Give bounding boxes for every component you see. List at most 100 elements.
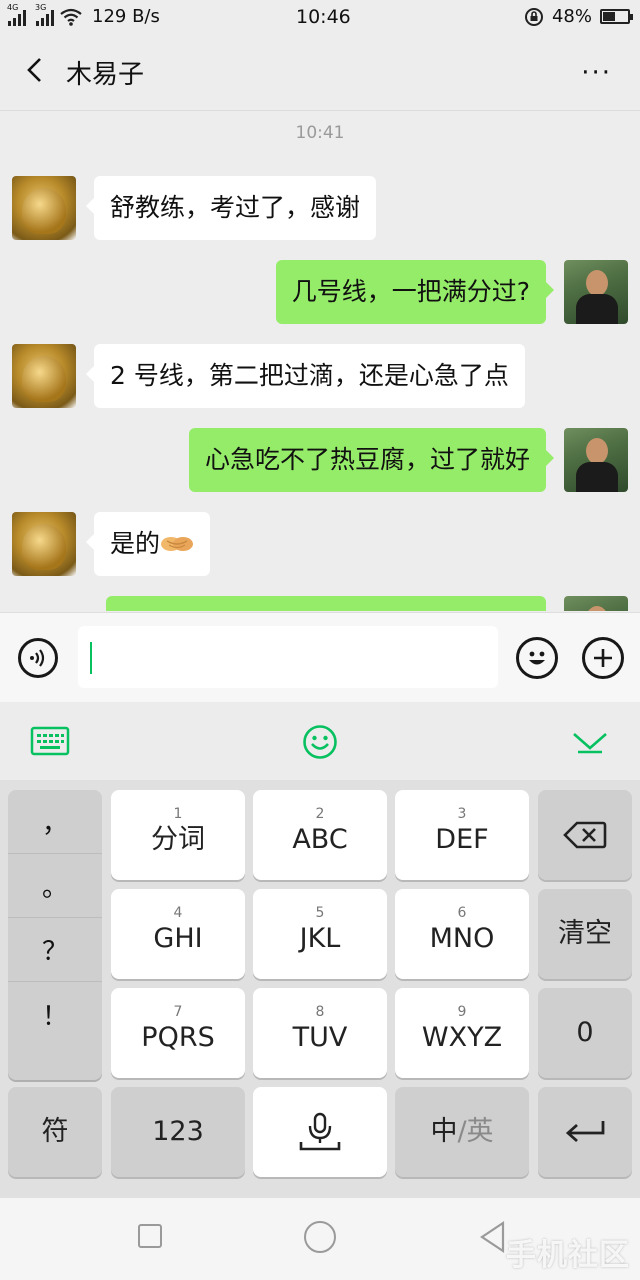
- number-mode-key[interactable]: 123: [111, 1087, 245, 1177]
- emoji-face-icon: [529, 651, 545, 665]
- backspace-key[interactable]: [538, 790, 632, 880]
- punctuation-column[interactable]: ， 。 ？ ！: [8, 790, 102, 1080]
- key-label: WXYZ: [421, 1022, 503, 1053]
- key-number: 4: [173, 905, 183, 921]
- key-number: 9: [457, 1004, 467, 1020]
- voice-icon: [30, 649, 45, 667]
- enter-icon: [565, 1121, 605, 1143]
- chat-title: 木易子: [66, 60, 145, 90]
- key-label: 符: [41, 1116, 69, 1147]
- message-bubble-outgoing[interactable]: 几号线，一把满分过?: [275, 260, 555, 324]
- key-0[interactable]: 0: [538, 988, 632, 1078]
- rotation-lock-icon: [524, 7, 543, 26]
- more-options-button[interactable]: ···: [581, 58, 612, 88]
- key-label: GHI: [153, 923, 203, 954]
- backspace-icon: [563, 821, 607, 849]
- keyboard-toolbar: [0, 702, 640, 780]
- status-right: 48%: [524, 6, 633, 27]
- key-8[interactable]: 8 TUV: [253, 988, 387, 1078]
- key-3[interactable]: 3 DEF: [395, 790, 529, 880]
- key-6[interactable]: 6 MNO: [395, 889, 529, 979]
- status-left: 4G 3G 129 B/s: [7, 3, 160, 27]
- enter-key[interactable]: [538, 1087, 632, 1177]
- message-timestamp: 10:41: [295, 123, 345, 143]
- lang-sep: /: [457, 1116, 467, 1147]
- handshake-icon: [161, 537, 194, 551]
- lang-en: 英: [466, 1116, 494, 1147]
- message-list[interactable]: 10:41 舒教练，考过了，感谢 几号线，一把满分过? 2 号线，第二把过滴，还…: [0, 111, 640, 611]
- message-bubble-outgoing[interactable]: 心急吃不了热豆腐，过了就好: [188, 428, 555, 492]
- status-bar: 4G 3G 129 B/s 10:46 48%: [0, 0, 640, 34]
- key-number: 6: [457, 905, 467, 921]
- message-text: 是的: [110, 529, 161, 558]
- key-number: 7: [173, 1004, 183, 1020]
- contact-avatar[interactable]: [12, 176, 76, 240]
- wifi-icon: [60, 8, 82, 26]
- battery-percent: 48%: [551, 6, 592, 27]
- more-functions-button[interactable]: [582, 637, 624, 679]
- self-avatar[interactable]: [564, 428, 628, 492]
- space-voice-key[interactable]: [253, 1087, 387, 1177]
- system-nav-bar: 手机社区: [0, 1198, 640, 1280]
- key-number: 5: [315, 905, 325, 921]
- plus-icon: [594, 649, 612, 667]
- home-button[interactable]: [304, 1221, 336, 1253]
- voice-input-button[interactable]: [18, 638, 58, 678]
- self-avatar[interactable]: [564, 596, 628, 611]
- key-label: 123: [152, 1116, 204, 1147]
- microphone-icon: [299, 1112, 341, 1151]
- self-avatar[interactable]: [564, 260, 628, 324]
- key-label: 清空: [558, 918, 612, 949]
- key-number: 1: [173, 806, 183, 822]
- lang-zh: 中: [430, 1116, 458, 1147]
- key-2[interactable]: 2 ABC: [253, 790, 387, 880]
- key-1[interactable]: 1 分词: [111, 790, 245, 880]
- punct-key-question[interactable]: ？: [8, 918, 102, 982]
- keyboard: ， 。 ？ ！ 1 分词 2 ABC 3 DEF 4 GHI 5 JKL 6 M…: [0, 780, 640, 1198]
- key-label: JKL: [299, 923, 341, 954]
- battery-icon: [600, 9, 633, 24]
- key-label: ABC: [292, 824, 348, 855]
- signal-label: 3G: [35, 2, 47, 12]
- hide-keyboard-icon[interactable]: [572, 730, 608, 754]
- clock: 10:46: [296, 6, 351, 28]
- contact-avatar[interactable]: [12, 344, 76, 408]
- punct-key-exclaim[interactable]: ！: [8, 982, 102, 1046]
- symbol-key[interactable]: 符: [8, 1087, 102, 1177]
- language-switch-key[interactable]: 中/英: [395, 1087, 529, 1177]
- clear-key[interactable]: 清空: [538, 889, 632, 979]
- message-bubble-incoming[interactable]: 是的: [85, 512, 211, 576]
- key-5[interactable]: 5 JKL: [253, 889, 387, 979]
- key-label: TUV: [292, 1022, 348, 1053]
- message-input-bar: [0, 612, 640, 703]
- language-switch-label: 中/英: [430, 1114, 493, 1150]
- recent-apps-button[interactable]: [138, 1224, 162, 1248]
- keyboard-icon[interactable]: [30, 726, 70, 756]
- key-number: 8: [315, 1004, 325, 1020]
- network-speed: 129 B/s: [92, 6, 160, 27]
- key-number: 3: [457, 806, 467, 822]
- message-bubble-outgoing[interactable]: [106, 596, 546, 611]
- message-bubble-incoming[interactable]: 舒教练，考过了，感谢: [85, 176, 377, 240]
- contact-avatar[interactable]: [12, 512, 76, 576]
- key-7[interactable]: 7 PQRS: [111, 988, 245, 1078]
- emoji-keyboard-icon[interactable]: [302, 724, 338, 760]
- back-nav-icon[interactable]: [478, 1220, 506, 1254]
- watermark-logo: 手机社区: [506, 1238, 630, 1273]
- key-label: 0: [576, 1017, 594, 1048]
- emoji-button[interactable]: [516, 637, 558, 679]
- signal-icon: 4G: [7, 3, 26, 26]
- back-icon[interactable]: [22, 56, 50, 84]
- signal-icon: 3G: [35, 3, 54, 26]
- key-number: 2: [315, 806, 325, 822]
- key-label: MNO: [429, 923, 495, 954]
- key-9[interactable]: 9 WXYZ: [395, 988, 529, 1078]
- punct-key-period[interactable]: 。: [8, 854, 102, 918]
- message-input[interactable]: [78, 626, 498, 688]
- key-4[interactable]: 4 GHI: [111, 889, 245, 979]
- key-label: DEF: [435, 824, 489, 855]
- punct-key-comma[interactable]: ，: [8, 790, 102, 854]
- message-bubble-incoming[interactable]: 2 号线，第二把过滴，还是心急了点: [86, 344, 525, 408]
- chat-header: 木易子 ···: [0, 34, 640, 111]
- text-cursor: [90, 642, 92, 674]
